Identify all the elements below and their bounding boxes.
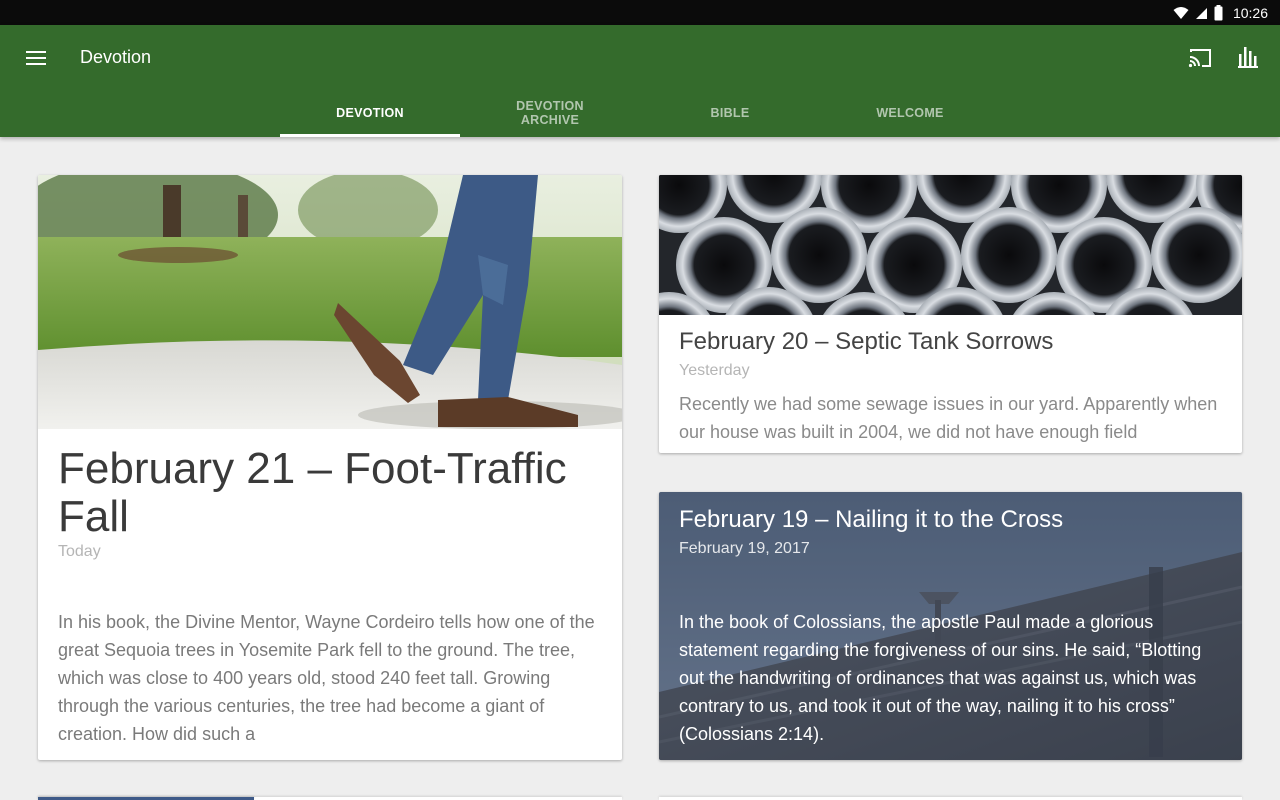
walking-feet-image: [38, 175, 622, 429]
devotion-excerpt: In the book of Colossians, the apostle P…: [679, 612, 1202, 744]
tab-devotion-archive[interactable]: DEVOTION ARCHIVE: [460, 89, 640, 137]
devotion-title: February 21 – Foot-Traffic Fall: [58, 444, 567, 541]
cast-button[interactable]: [1184, 43, 1216, 73]
devotion-excerpt: Recently we had some sewage issues in ou…: [679, 394, 1218, 442]
status-icons: 10:26: [1173, 3, 1268, 22]
pipes-image: [659, 175, 1242, 315]
app-bar: Devotion DEVOTION DEVOTION ARCHIVE BIBLE…: [0, 25, 1280, 137]
devotion-date: Today: [58, 543, 101, 560]
bar-chart-icon: [1238, 47, 1258, 68]
devotion-title: February 20 – Septic Tank Sorrows: [679, 328, 1054, 355]
menu-icon: [26, 51, 46, 65]
stats-button[interactable]: [1232, 41, 1264, 73]
signal-icon: [1195, 7, 1207, 19]
wifi-icon: [1173, 6, 1189, 19]
devotion-card[interactable]: February 19 – Nailing it to the Cross Fe…: [659, 492, 1242, 760]
page-title: Devotion: [80, 47, 152, 67]
tab-bar: DEVOTION DEVOTION ARCHIVE BIBLE WELCOME: [280, 89, 1000, 137]
menu-button[interactable]: [16, 41, 56, 75]
devotion-title: February 19 – Nailing it to the Cross: [679, 506, 1064, 533]
battery-icon: [1214, 4, 1223, 20]
cast-icon: [1188, 49, 1211, 68]
tab-bible[interactable]: BIBLE: [640, 89, 820, 137]
tab-devotion[interactable]: DEVOTION: [280, 89, 460, 137]
devotion-date: February 19, 2017: [679, 540, 810, 557]
devotion-card-featured[interactable]: February 21 – Foot-Traffic Fall Today In…: [38, 175, 622, 760]
tab-welcome[interactable]: WELCOME: [820, 89, 1000, 137]
devotion-excerpt: In his book, the Divine Mentor, Wayne Co…: [58, 612, 595, 744]
devotion-card[interactable]: February 20 – Septic Tank Sorrows Yester…: [659, 175, 1242, 453]
status-bar: 10:26: [0, 0, 1280, 25]
status-time: 10:26: [1232, 4, 1268, 21]
tab-label: DEVOTION ARCHIVE: [516, 99, 584, 127]
devotion-date: Yesterday: [679, 362, 750, 379]
